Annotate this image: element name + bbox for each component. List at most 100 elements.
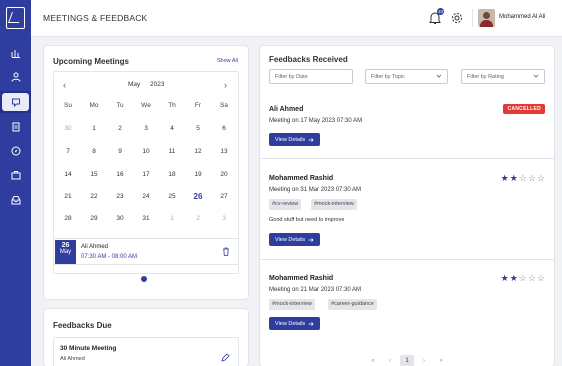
calendar-day[interactable]: 14 [56,171,80,178]
calendar-day[interactable]: 12 [186,148,210,155]
divider [260,259,554,260]
calendar-day[interactable]: 27 [212,193,236,200]
pagination-last[interactable]: » [434,355,448,366]
date-badge-month: May [59,249,72,255]
weekday-header: Th [168,102,176,109]
calendar-day[interactable]: 5 [186,125,210,132]
calendar-day[interactable]: 2 [186,215,210,222]
weekday-header: Su [64,102,72,109]
edit-icon[interactable] [221,353,230,362]
calendar-day-today[interactable]: 26 [186,192,210,201]
view-details-label: View Details [275,236,306,243]
weekday-header: Mo [89,102,99,109]
document-icon[interactable] [0,116,31,138]
calendar-day[interactable]: 1 [160,215,184,222]
calendar-day[interactable]: 3 [134,125,158,132]
view-details-button[interactable]: View Details [269,133,321,146]
calendar-day[interactable]: 18 [160,171,184,178]
calendar-day[interactable]: 24 [134,193,158,200]
view-details-label: View Details [275,136,306,143]
calendar-day[interactable]: 15 [82,171,106,178]
calendar-day[interactable]: 30 [56,125,80,132]
user-name[interactable]: Mohammed Al Ali [499,14,545,20]
calendar-day[interactable]: 19 [186,171,210,178]
calendar-day[interactable]: 17 [134,171,158,178]
feedback-name: Ali Ahmed [269,106,304,113]
filter-topic-select[interactable]: Filter by Topic [365,69,448,84]
pagination-first[interactable]: « [366,355,380,366]
calendar-day[interactable]: 16 [108,171,132,178]
arrow-right-icon [308,237,314,242]
show-all-link[interactable]: Show All [217,58,238,64]
calendar-day[interactable]: 28 [56,215,80,222]
calendar-day[interactable]: 31 [134,215,158,222]
calendar-day[interactable]: 6 [212,125,236,132]
due-item[interactable]: 30 Minute Meeting Ali Ahmed [53,337,239,366]
tag[interactable]: #cv-review [269,199,302,210]
calendar-day[interactable]: 13 [212,148,236,155]
avatar[interactable] [478,9,495,27]
star-icon: ☆ [527,273,536,283]
filter-date-input[interactable]: Filter by Date [269,69,353,84]
calendar-day[interactable]: 9 [108,148,132,155]
feedback-meta: Meeting on 21 Mar 2023 07:30 AM [269,287,362,293]
tag[interactable]: #career-guidance [328,299,377,310]
feedbacks-due-card: Feedbacks Due 30 Minute Meeting Ali Ahme… [44,309,248,366]
trash-icon[interactable] [222,247,230,256]
chat-icon[interactable] [0,91,31,113]
calendar-day[interactable]: 3 [212,215,236,222]
user-icon[interactable] [0,66,31,88]
calendar-day[interactable]: 20 [212,171,236,178]
calendar-day[interactable]: 11 [160,148,184,155]
compass-icon[interactable] [0,140,31,162]
star-icon: ☆ [527,173,536,183]
calendar-day[interactable]: 8 [82,148,106,155]
arrow-right-icon [308,137,314,142]
tag[interactable]: #mock-interview [269,299,315,310]
pagination-current[interactable]: 1 [400,355,414,366]
app-logo-icon[interactable] [6,7,25,29]
arrow-right-icon [308,321,314,326]
meeting-attendee: Ali Ahmed [81,244,109,250]
calendar-day[interactable]: 7 [56,148,80,155]
calendar-day[interactable]: 21 [56,193,80,200]
due-item-title: 30 Minute Meeting [60,345,117,352]
calendar-next-button[interactable]: › [224,80,227,90]
upcoming-meetings-card: Upcoming Meetings Show All ‹ May 2023 › … [44,46,248,299]
carousel-dot[interactable] [141,276,147,282]
calendar-day[interactable]: 25 [160,193,184,200]
view-details-label: View Details [275,320,306,327]
calendar-month[interactable]: May [128,81,140,88]
calendar-day[interactable]: 2 [108,125,132,132]
calendar-day[interactable]: 29 [82,215,106,222]
tag[interactable]: #mock-interview [311,199,357,210]
feedback-comment: Good stuff but need to improve [269,217,345,223]
upcoming-meeting-item[interactable]: 26 May Ali Ahmed 07:30 AM - 08:00 AM [53,238,239,265]
calendar-day[interactable]: 22 [82,193,106,200]
header-divider [472,9,473,27]
feedback-name: Mohammed Rashid [269,175,334,182]
calendar-year[interactable]: 2023 [150,81,164,88]
calendar-day[interactable]: 30 [108,215,132,222]
inbox-icon[interactable] [0,189,31,211]
star-icon: ☆ [536,273,545,283]
filter-rating-select[interactable]: Filter by Rating [461,69,545,84]
view-details-button[interactable]: View Details [269,317,321,330]
sidebar [0,0,31,366]
calendar-day[interactable]: 4 [160,125,184,132]
calendar-day[interactable]: 1 [82,125,106,132]
calendar-day[interactable]: 10 [134,148,158,155]
feedbacks-received-title: Feedbacks Received [269,55,348,64]
chart-icon[interactable] [0,42,31,64]
gear-icon[interactable] [451,12,463,24]
briefcase-icon[interactable] [0,164,31,186]
filter-date-placeholder: Filter by Date [275,74,308,80]
pagination-prev[interactable]: ‹ [383,355,397,366]
pagination-next[interactable]: › [417,355,431,366]
feedback-meta: Meeting on 31 Mar 2023 07:30 AM [269,187,362,193]
calendar-day[interactable]: 23 [108,193,132,200]
weekday-header: Fr [194,102,202,109]
divider [260,158,554,159]
calendar-prev-button[interactable]: ‹ [63,80,66,90]
view-details-button[interactable]: View Details [269,233,321,246]
